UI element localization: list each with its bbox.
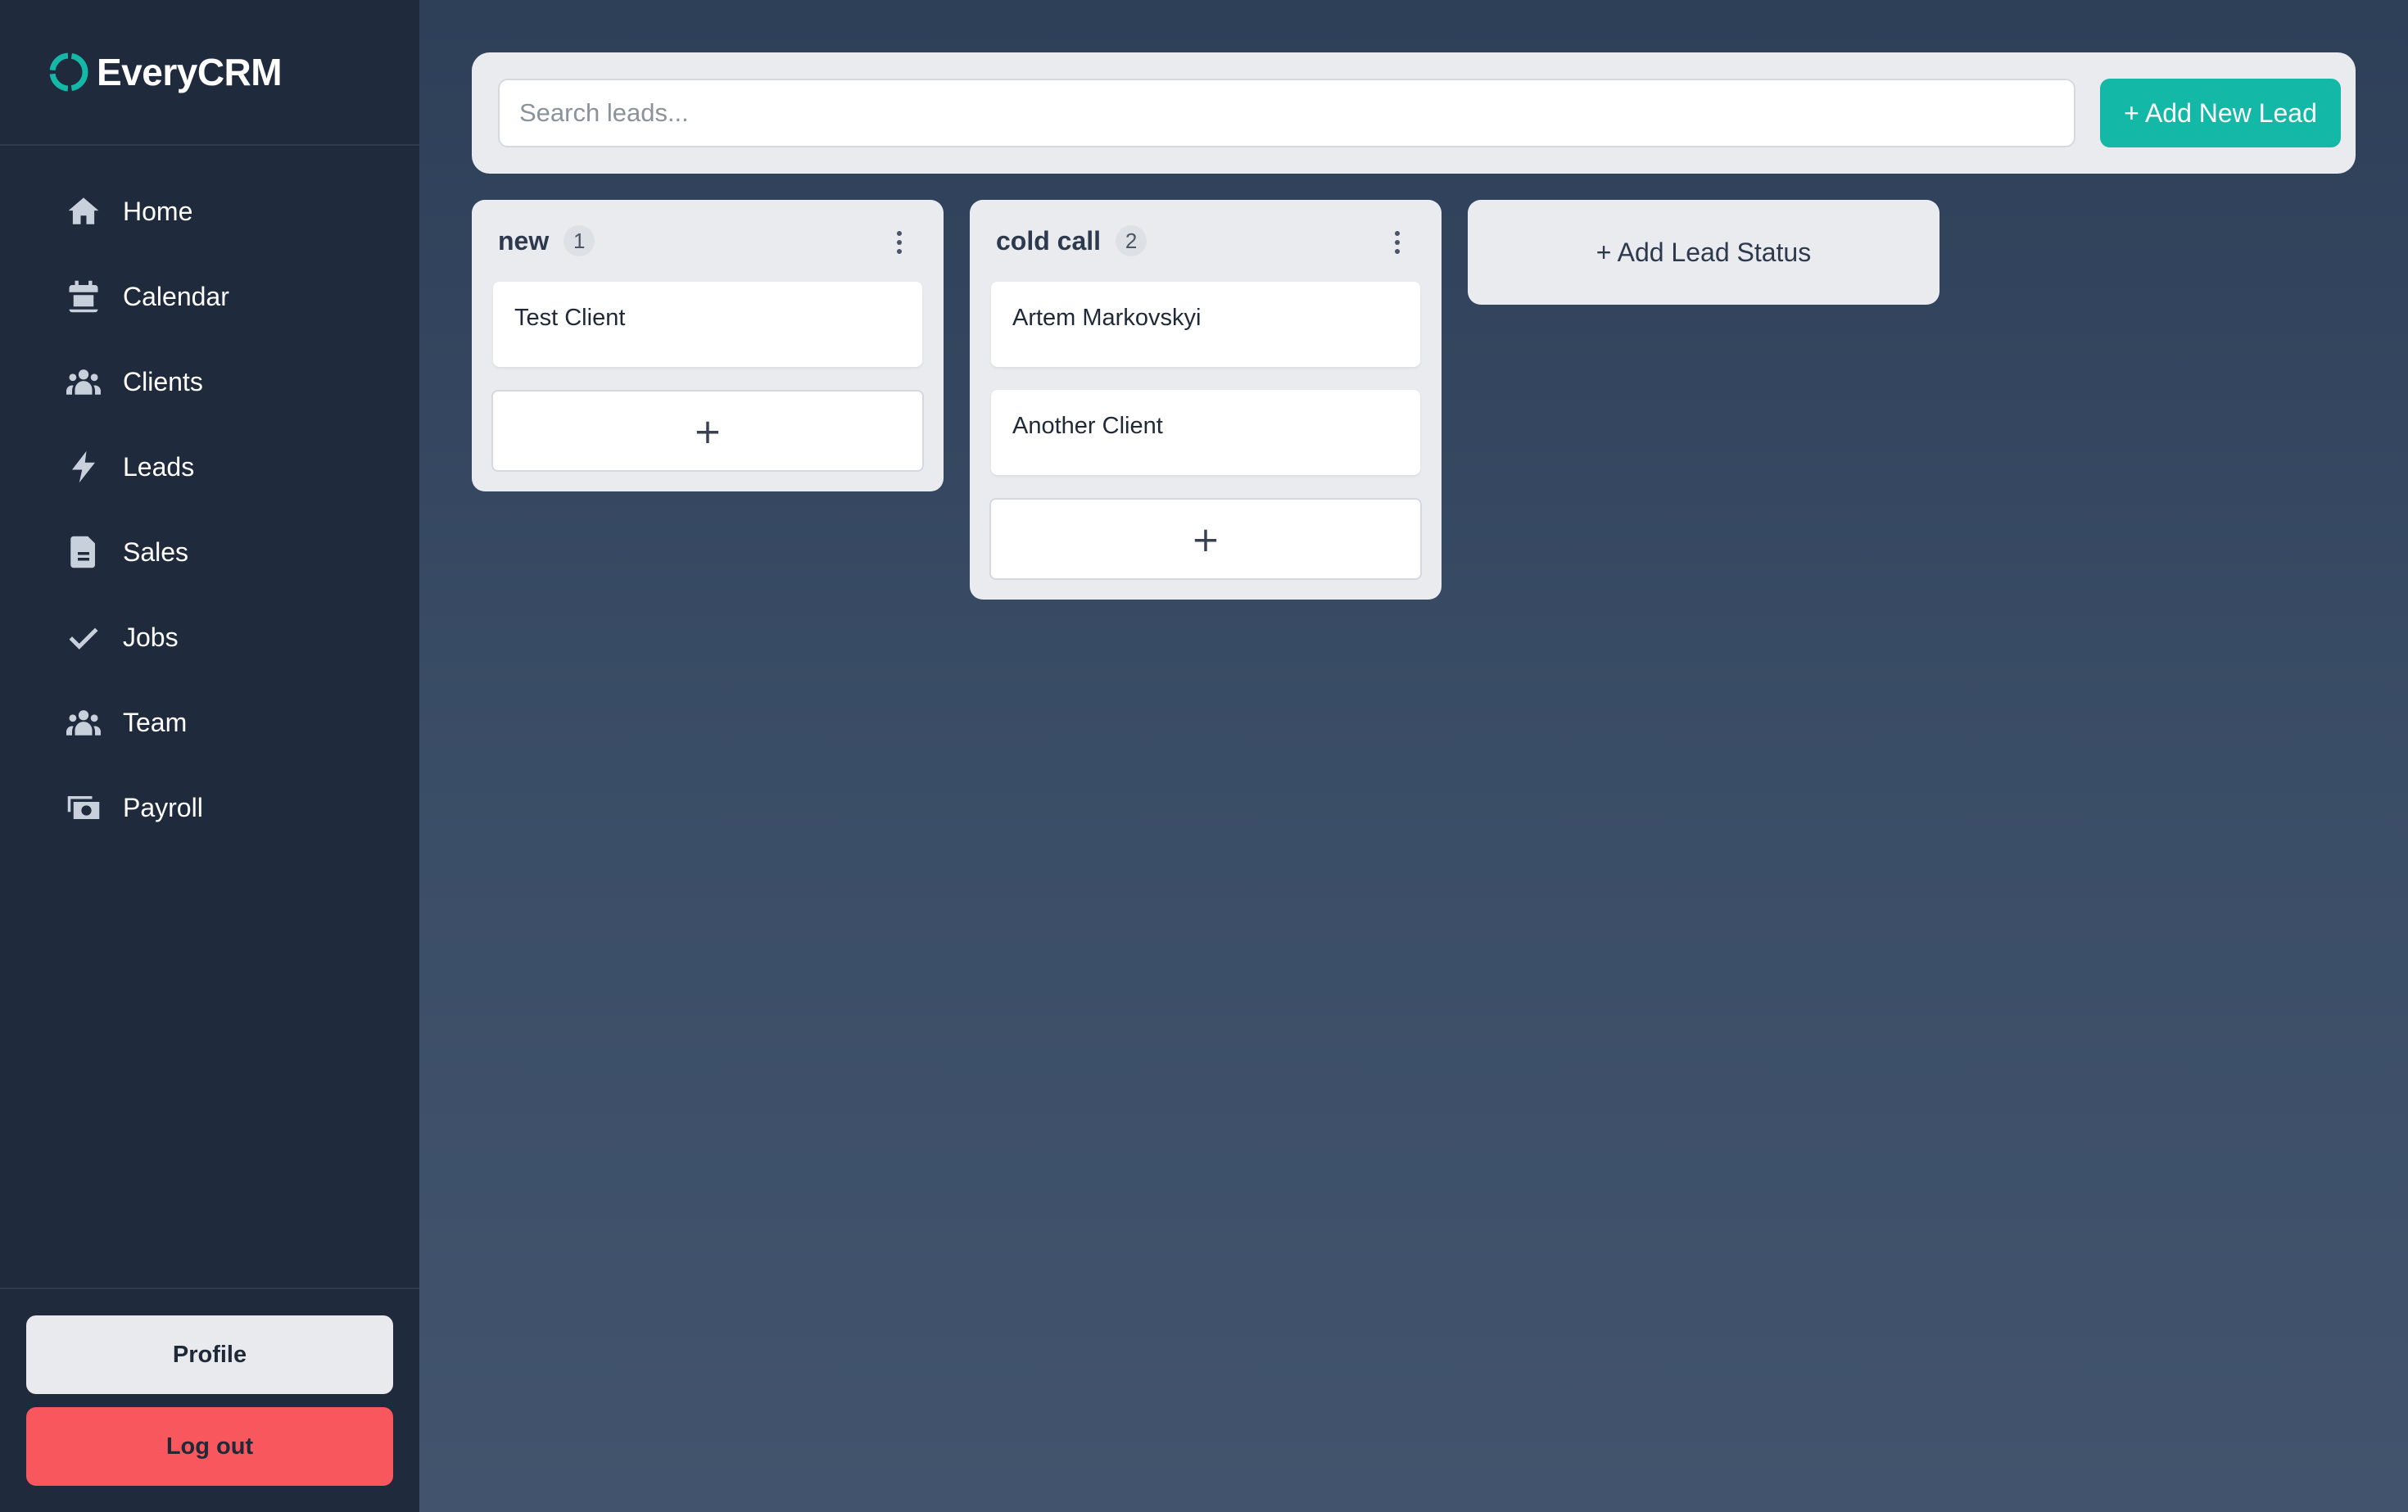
bolt-icon (66, 449, 102, 485)
sidebar-item-home[interactable]: Home (0, 169, 419, 254)
more-vertical-icon[interactable] (1389, 229, 1405, 256)
profile-button[interactable]: Profile (26, 1315, 393, 1394)
lead-card[interactable]: Another Client (991, 390, 1420, 475)
document-icon (66, 534, 102, 570)
sidebar: EveryCRM Home Calendar Clients Leads Sal… (0, 0, 419, 1512)
add-new-lead-button[interactable]: + Add New Lead (2100, 79, 2341, 147)
calendar-icon (66, 278, 102, 315)
lead-card[interactable]: Test Client (493, 282, 922, 367)
sidebar-item-label: Team (123, 707, 188, 737)
users-icon (66, 704, 102, 740)
column-title: cold call (996, 225, 1102, 256)
sidebar-item-label: Jobs (123, 622, 179, 652)
sidebar-item-jobs[interactable]: Jobs (0, 595, 419, 680)
money-icon (66, 790, 102, 826)
sidebar-item-label: Payroll (123, 792, 203, 822)
logout-button[interactable]: Log out (26, 1407, 393, 1486)
more-vertical-icon[interactable] (891, 229, 908, 256)
sidebar-item-label: Home (123, 196, 193, 226)
lead-status-column: cold call 2 Artem Markovskyi Another Cli… (970, 200, 1442, 600)
sidebar-item-label: Sales (123, 536, 189, 567)
search-input[interactable] (498, 79, 2075, 147)
users-icon (66, 364, 102, 400)
column-header: cold call 2 (970, 200, 1442, 282)
toolbar: + Add New Lead (472, 52, 2356, 174)
sidebar-divider (0, 144, 419, 146)
add-lead-to-column-button[interactable]: + (491, 390, 924, 472)
add-lead-status-button[interactable]: + Add Lead Status (1468, 200, 1940, 305)
app-logo[interactable]: EveryCRM (46, 46, 283, 98)
sidebar-item-leads[interactable]: Leads (0, 424, 419, 509)
sidebar-item-sales[interactable]: Sales (0, 509, 419, 595)
column-title: new (498, 225, 550, 256)
check-icon (66, 619, 102, 655)
sidebar-item-payroll[interactable]: Payroll (0, 765, 419, 850)
app-name: EveryCRM (97, 51, 283, 93)
add-lead-to-column-button[interactable]: + (989, 498, 1422, 580)
sidebar-divider (0, 1288, 419, 1289)
column-count-badge: 1 (564, 225, 595, 256)
lead-card[interactable]: Artem Markovskyi (991, 282, 1420, 367)
sidebar-item-label: Clients (123, 366, 203, 396)
home-icon (66, 193, 102, 229)
sidebar-item-calendar[interactable]: Calendar (0, 254, 419, 339)
sidebar-nav: Home Calendar Clients Leads Sales Jobs T… (0, 169, 419, 850)
sidebar-item-label: Leads (123, 451, 195, 482)
column-header: new 1 (472, 200, 944, 282)
sidebar-item-team[interactable]: Team (0, 680, 419, 765)
sidebar-item-label: Calendar (123, 281, 229, 311)
sidebar-item-clients[interactable]: Clients (0, 339, 419, 424)
lead-status-column: new 1 Test Client + (472, 200, 944, 491)
column-count-badge: 2 (1116, 225, 1147, 256)
logo-ring-icon (49, 52, 88, 92)
leads-board: + Add New Lead new 1 Test Client + cold … (419, 0, 2408, 1512)
